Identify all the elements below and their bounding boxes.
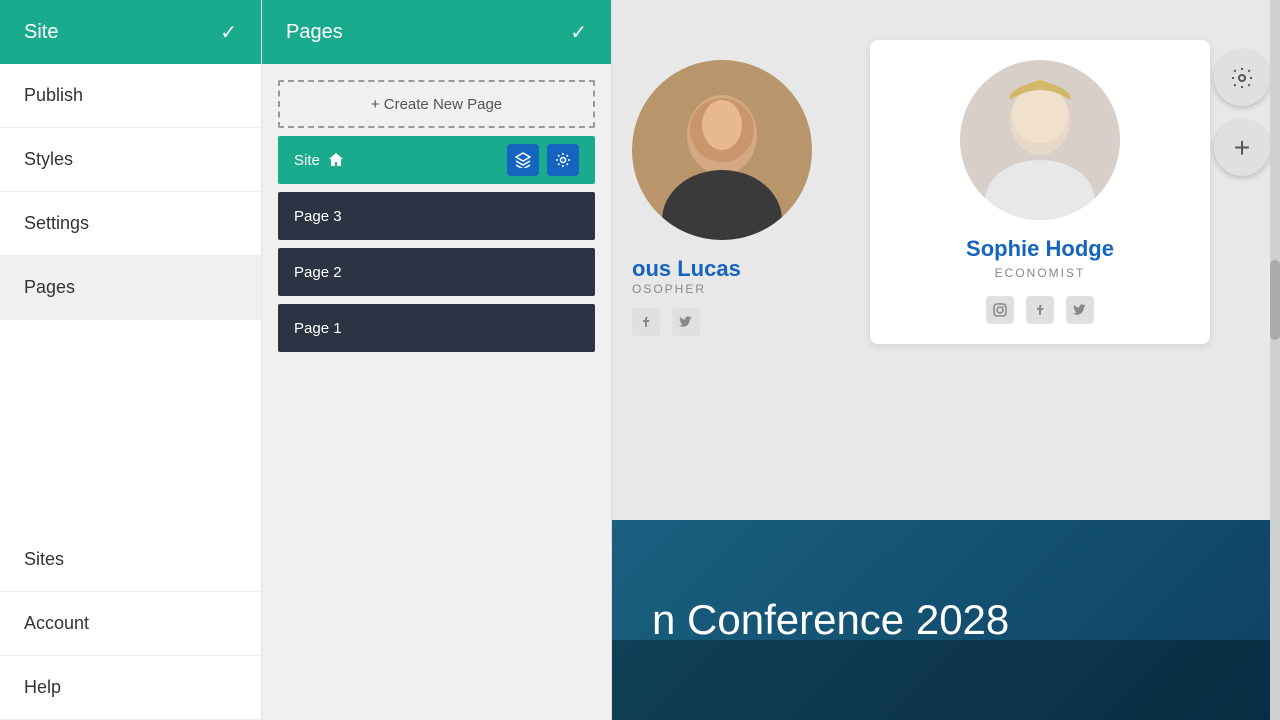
home-icon xyxy=(328,152,344,168)
page-label: Page 3 xyxy=(294,208,342,225)
site-label-wrap: Site xyxy=(294,152,344,169)
page-item-page3[interactable]: Page 3 xyxy=(278,192,595,240)
scrollbar[interactable] xyxy=(1270,0,1280,720)
create-new-page-label: + Create New Page xyxy=(371,96,502,113)
sidebar-nav: Publish Styles Settings Pages Sites Acco… xyxy=(0,64,261,720)
sidebar-header: Site ✓ xyxy=(0,0,261,64)
left-person-name: ous Lucas xyxy=(632,256,852,282)
team-role-sophie: ECONOMIST xyxy=(995,266,1086,280)
pages-header: Pages ✓ xyxy=(262,0,611,64)
page-item-page2[interactable]: Page 2 xyxy=(278,248,595,296)
instagram-icon[interactable] xyxy=(986,296,1014,324)
main-content: ous Lucas OSOPHER Sophie Hodge xyxy=(612,0,1280,720)
sidebar-item-publish[interactable]: Publish xyxy=(0,64,261,128)
create-new-page-button[interactable]: + Create New Page xyxy=(278,80,595,128)
gear-float-icon xyxy=(1230,66,1254,90)
team-avatar-sophie xyxy=(960,60,1120,220)
pages-title: Pages xyxy=(286,21,570,44)
sidebar-item-styles[interactable]: Styles xyxy=(0,128,261,192)
facebook-icon[interactable] xyxy=(632,308,660,336)
page-item-site[interactable]: Site xyxy=(278,136,595,184)
sidebar-item-label: Publish xyxy=(24,85,83,106)
layers-icon-btn[interactable] xyxy=(507,144,539,176)
page-item-icons xyxy=(507,144,579,176)
scrollbar-thumb[interactable] xyxy=(1270,260,1280,340)
plus-icon: + xyxy=(1234,132,1250,164)
twitter-icon[interactable] xyxy=(672,308,700,336)
sidebar-item-label: Pages xyxy=(24,277,75,298)
page-item-page1[interactable]: Page 1 xyxy=(278,304,595,352)
left-person-image xyxy=(632,60,812,240)
float-gear-button[interactable] xyxy=(1214,50,1270,106)
conference-title: n Conference 2028 xyxy=(652,596,1009,644)
layers-icon xyxy=(515,152,531,168)
gear-icon-btn[interactable] xyxy=(547,144,579,176)
left-person-card: ous Lucas OSOPHER xyxy=(632,60,852,336)
sidebar-item-account[interactable]: Account xyxy=(0,592,261,656)
sidebar-item-label: Styles xyxy=(24,149,73,170)
sidebar-item-label: Settings xyxy=(24,213,89,234)
settings-icon xyxy=(555,152,571,168)
sidebar-item-help[interactable]: Help xyxy=(0,656,261,720)
page-label: Page 1 xyxy=(294,320,342,337)
facebook-icon-2[interactable] xyxy=(1026,296,1054,324)
page-item-label: Site xyxy=(294,152,320,169)
conference-section: n Conference 2028 xyxy=(612,520,1280,720)
left-person-role: OSOPHER xyxy=(632,282,852,296)
sidebar-item-label: Sites xyxy=(24,549,64,570)
float-plus-button[interactable]: + xyxy=(1214,120,1270,176)
sidebar: Site ✓ Publish Styles Settings Pages Sit… xyxy=(0,0,262,720)
left-person-avatar xyxy=(632,60,812,240)
sidebar-item-sites[interactable]: Sites xyxy=(0,528,261,592)
sidebar-item-settings[interactable]: Settings xyxy=(0,192,261,256)
page-label: Page 2 xyxy=(294,264,342,281)
pages-panel: Pages ✓ + Create New Page Site xyxy=(262,0,612,720)
pages-check-icon: ✓ xyxy=(570,20,587,45)
sophie-image xyxy=(960,60,1120,220)
pages-content: + Create New Page Site xyxy=(262,64,611,368)
sidebar-check-icon: ✓ xyxy=(220,20,237,45)
team-name-sophie: Sophie Hodge xyxy=(966,236,1114,262)
sidebar-item-pages[interactable]: Pages xyxy=(0,256,261,320)
right-person-card: Sophie Hodge ECONOMIST xyxy=(870,40,1210,344)
sidebar-item-label: Help xyxy=(24,677,61,698)
team-social-sophie xyxy=(986,296,1094,324)
twitter-icon-2[interactable] xyxy=(1066,296,1094,324)
sidebar-title: Site xyxy=(24,21,220,44)
team-card-sophie: Sophie Hodge ECONOMIST xyxy=(870,40,1210,344)
sidebar-item-label: Account xyxy=(24,613,89,634)
left-person-social xyxy=(632,308,852,336)
